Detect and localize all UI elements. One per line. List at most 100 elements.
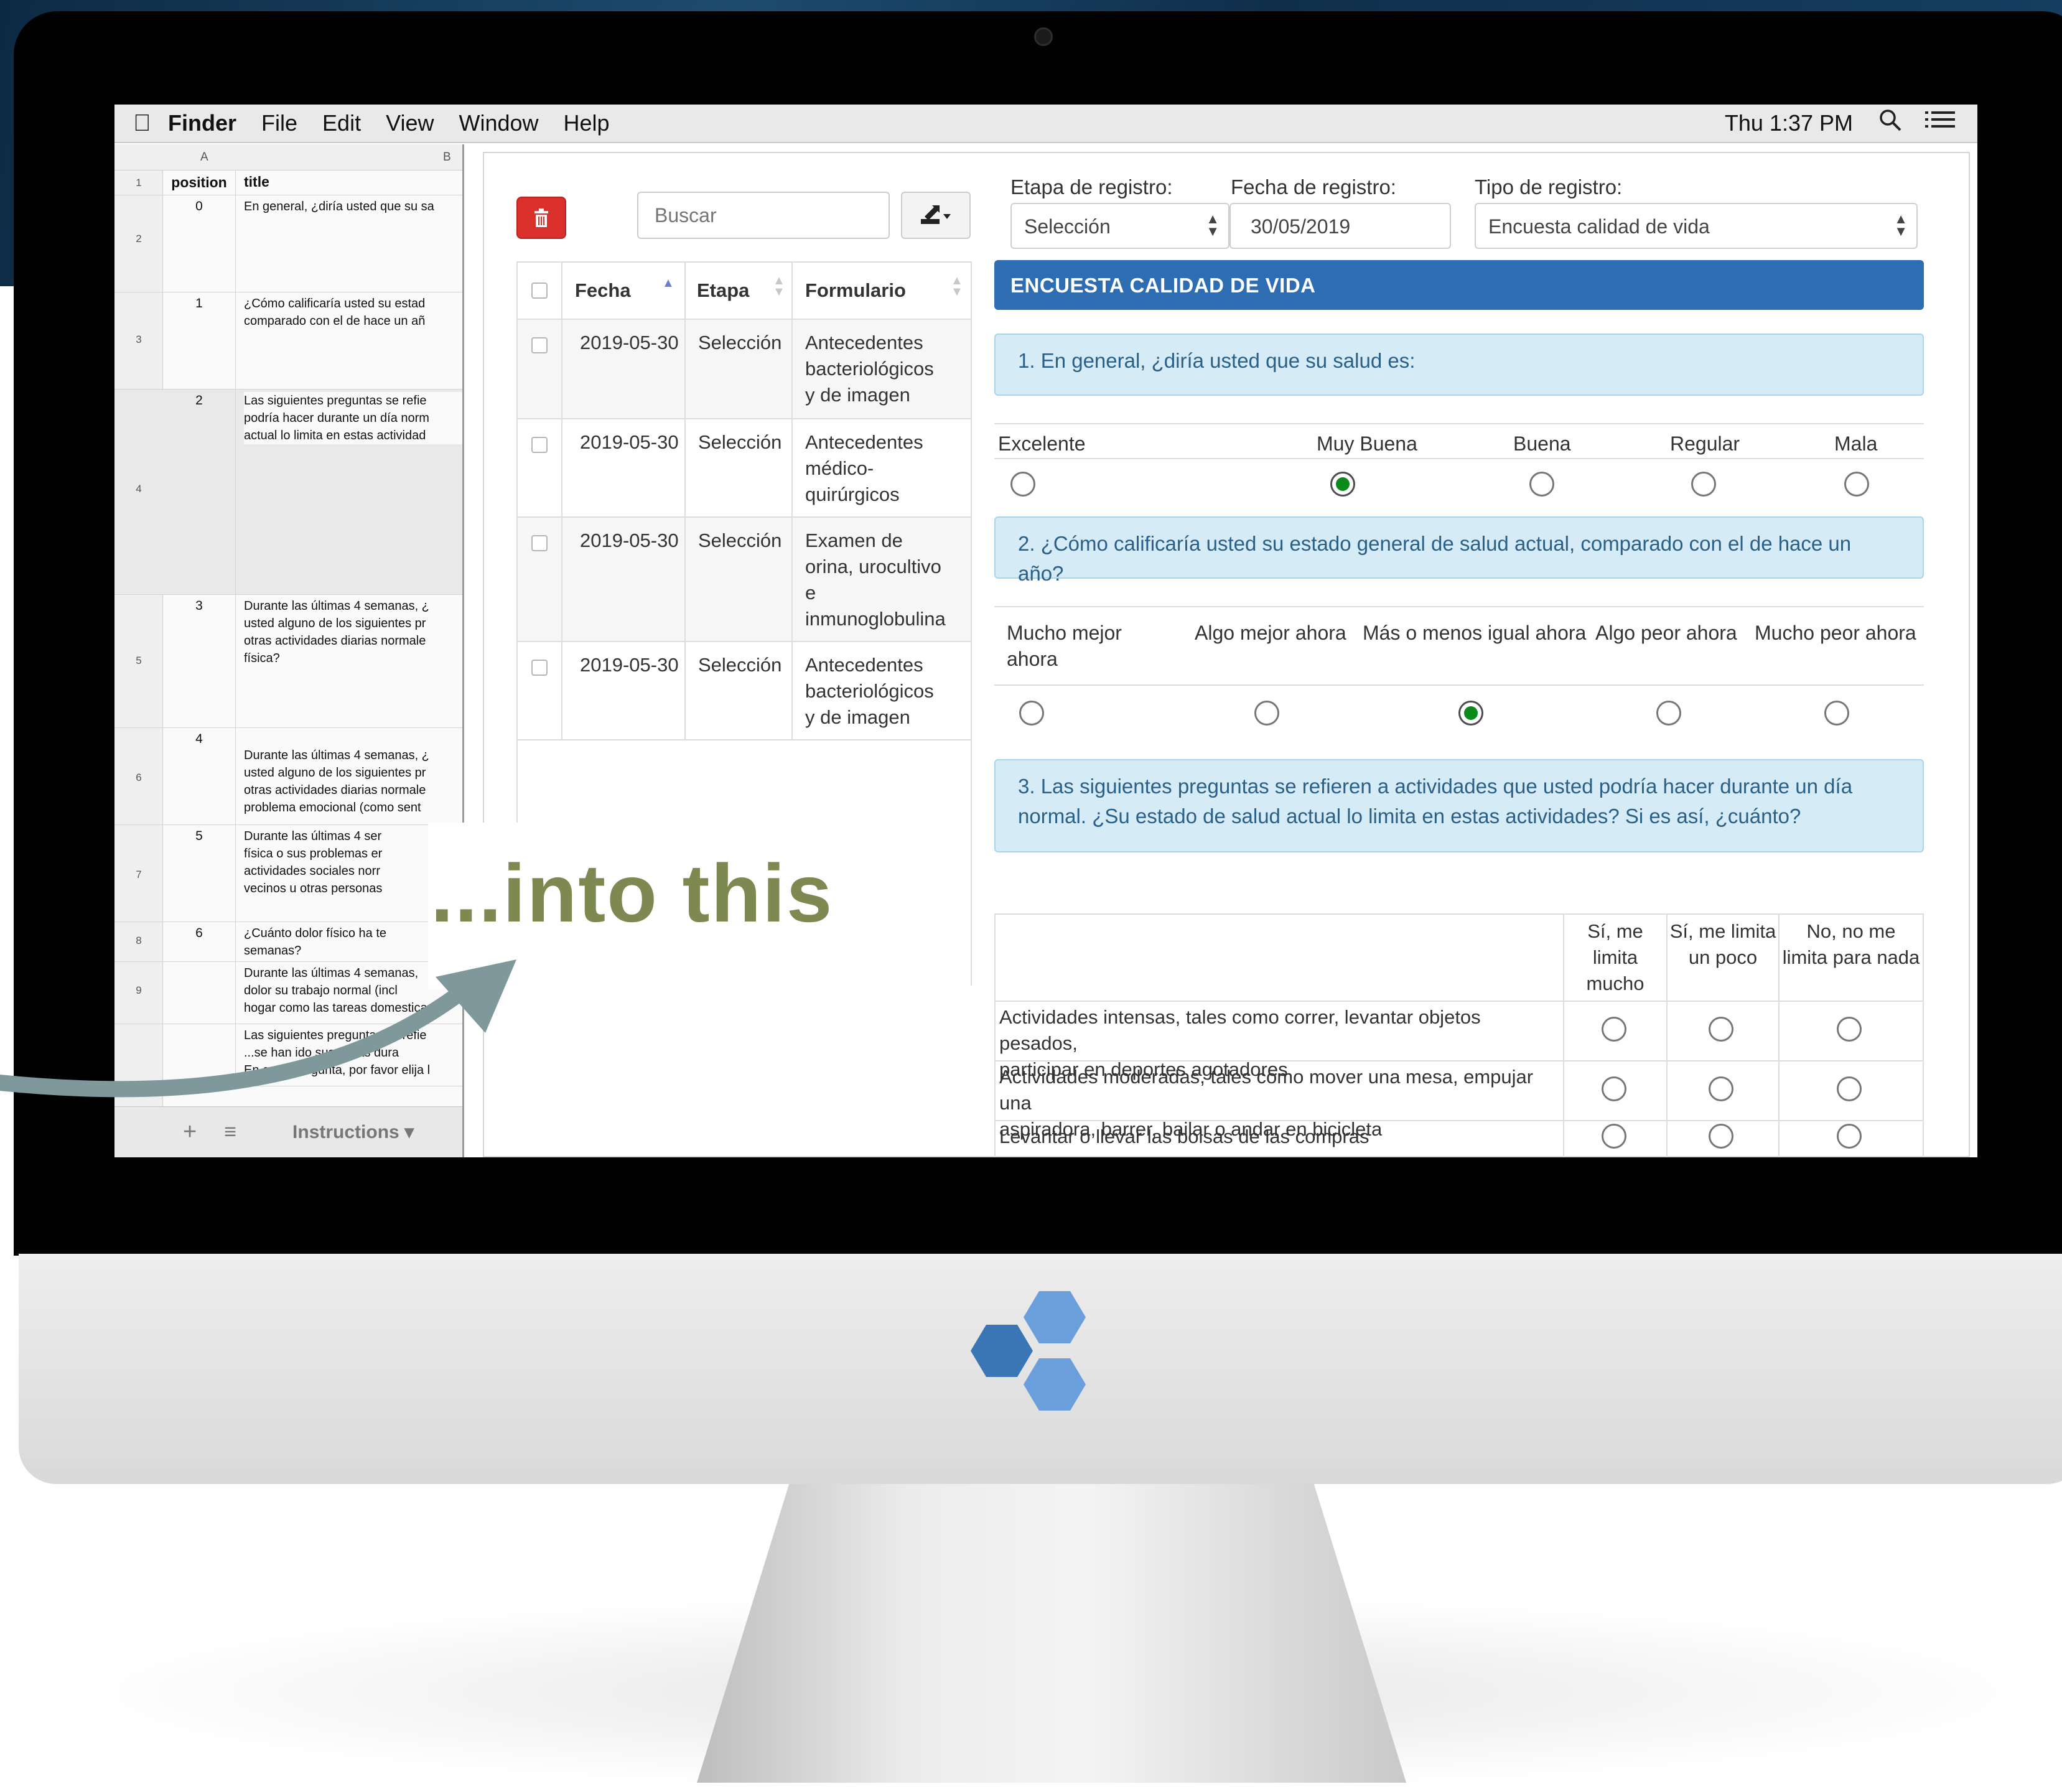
cell-fecha: 2019-05-30 [580,332,679,353]
q3-radio[interactable] [1837,1124,1862,1149]
cell-position[interactable]: 3 [163,599,235,614]
q3-radio[interactable] [1602,1076,1626,1101]
q3-radio[interactable] [1602,1124,1626,1149]
row-checkbox[interactable] [531,337,548,353]
cell-etapa: Selección [698,654,782,676]
menu-app-name[interactable]: Finder [168,110,236,136]
row-number: 1 [136,177,142,189]
q1-option-label: Mala [1834,432,1878,455]
sort-icon[interactable]: ▲ ▼ [951,274,963,298]
cell-position[interactable]: 2 [163,393,235,408]
hexagon-logo-icon [971,1291,1086,1411]
delete-button[interactable] [516,197,566,239]
menubar-clock[interactable]: Thu 1:37 PM [1725,110,1853,136]
column-header-bar: A B [114,144,462,170]
q2-radio-algo-mejor[interactable] [1254,701,1279,726]
column-header-fecha[interactable]: Fecha [575,278,631,304]
apple-icon[interactable]:  [133,110,158,137]
q3-radio[interactable] [1709,1124,1733,1149]
search-input[interactable] [637,192,890,239]
row-number: 2 [136,233,142,245]
q1-radio-muy-buena[interactable] [1330,472,1355,497]
sheet-row[interactable]: 5 3 Durante las últimas 4 semanas, ¿ ust… [114,595,462,728]
select-arrows-icon: ▲ ▼ [1894,211,1908,239]
question-1: 1. En general, ¿diría usted que su salud… [994,334,1924,396]
sheet-row[interactable]: 3 1 ¿Cómo calificaría usted su estad com… [114,292,462,390]
row-number: 3 [136,334,142,345]
q2-radio-mucho-mejor[interactable] [1019,701,1044,726]
sheet-row[interactable]: 4 2 Las siguientes preguntas se refie po… [114,390,462,595]
table-row[interactable]: 2019-05-30 Selección Antecedentes médico… [518,419,971,518]
menu-window[interactable]: Window [459,110,538,136]
q3-radio[interactable] [1709,1017,1733,1042]
q1-radio-excelente[interactable] [1010,472,1035,497]
row-number: 5 [136,655,142,666]
tipo-select[interactable]: Encuesta calidad de vida ▲ ▼ [1475,203,1918,249]
q1-radio-mala[interactable] [1844,472,1869,497]
q2-radio-mucho-peor[interactable] [1824,701,1849,726]
column-a-header[interactable]: A [200,151,208,164]
select-all-checkbox[interactable] [531,282,548,299]
export-button[interactable] [901,192,971,239]
row-checkbox[interactable] [531,660,548,676]
cell-title[interactable]: title [244,173,462,190]
column-b-header[interactable]: B [443,151,451,164]
row-checkbox[interactable] [531,535,548,551]
sheet-list-icon[interactable]: ≡ [224,1120,236,1144]
q3-radio[interactable] [1602,1017,1626,1042]
survey-section-title: ENCUESTA CALIDAD DE VIDA [994,260,1924,310]
cell-position[interactable]: 1 [163,296,235,311]
menu-edit[interactable]: Edit [322,110,361,136]
q3-radio[interactable] [1837,1017,1862,1042]
fecha-label: Fecha de registro: [1231,175,1396,198]
cell-position[interactable]: 4 [163,732,235,747]
list-icon[interactable] [1925,109,1955,138]
cell-title[interactable]: ¿Cómo calificaría usted su estad compara… [244,295,462,330]
table-row[interactable]: 2019-05-30 Selección Examen de orina, ur… [518,518,971,642]
column-header-formulario[interactable]: Formulario [805,278,906,304]
cell-formulario: Antecedentes bacteriológicos y de imagen [805,654,934,728]
sort-asc-icon[interactable]: ▲ [662,276,674,291]
cell-title[interactable]: Durante las últimas 4 semanas, ¿ usted a… [244,597,462,667]
row-checkbox[interactable] [531,437,548,453]
q1-radio-buena[interactable] [1529,472,1554,497]
menu-file[interactable]: File [261,110,297,136]
cell-fecha: 2019-05-30 [580,431,679,453]
q3-matrix-table: Sí, me limita mucho Sí, me limita un poc… [994,913,1924,1157]
tipo-label: Tipo de registro: [1475,175,1623,198]
menu-view[interactable]: View [386,110,434,136]
fecha-input[interactable]: 30/05/2019 [1229,203,1451,249]
cell-position[interactable]: position [163,174,235,191]
table-header-row: Fecha ▲ Etapa ▲ ▼ Formulario ▲ ▼ [518,263,971,320]
cell-title[interactable]: Durante las últimas 4 semanas, ¿ usted a… [244,747,462,816]
sheet-tab-instructions[interactable]: Instructions ▾ [292,1121,414,1143]
select-arrows-icon: ▲ ▼ [1206,211,1220,239]
etapa-label: Etapa de registro: [1010,175,1173,198]
table-row[interactable]: 2019-05-30 Selección Antecedentes bacter… [518,320,971,419]
sheet-row[interactable]: 6 4 Durante las últimas 4 semanas, ¿ ust… [114,728,462,825]
column-header-etapa[interactable]: Etapa [697,278,749,304]
sort-icon[interactable]: ▲ ▼ [773,274,785,298]
sheet-row[interactable]: 1 position title [114,170,462,195]
q3-radio[interactable] [1709,1076,1733,1101]
cell-title[interactable]: En general, ¿diría usted que su sa [244,198,462,215]
q1-option-label: Buena [1513,432,1571,455]
arrow-icon [0,959,516,1098]
row-number: 4 [136,483,142,495]
q3-radio[interactable] [1837,1076,1862,1101]
cell-position[interactable]: 5 [163,829,235,844]
table-row[interactable]: 2019-05-30 Selección Antecedentes bacter… [518,642,971,740]
menu-help[interactable]: Help [564,110,610,136]
cell-fecha: 2019-05-30 [580,530,679,551]
sheet-row[interactable]: 7 5 Durante las últimas 4 ser física o s… [114,825,462,922]
q3-column-header: No, no me limita para nada [1782,920,1920,968]
q1-radio-regular[interactable] [1691,472,1716,497]
sheet-row[interactable]: 2 0 En general, ¿diría usted que su sa [114,195,462,292]
cell-position[interactable]: 0 [163,199,235,214]
search-icon[interactable] [1878,108,1903,139]
add-sheet-icon[interactable]: + [183,1119,197,1146]
q2-radio-algo-peor[interactable] [1656,701,1681,726]
cell-title[interactable]: Las siguientes preguntas se refie podría… [244,392,462,444]
etapa-select[interactable]: Selección ▲ ▼ [1010,203,1229,249]
q2-radio-igual[interactable] [1458,701,1483,726]
